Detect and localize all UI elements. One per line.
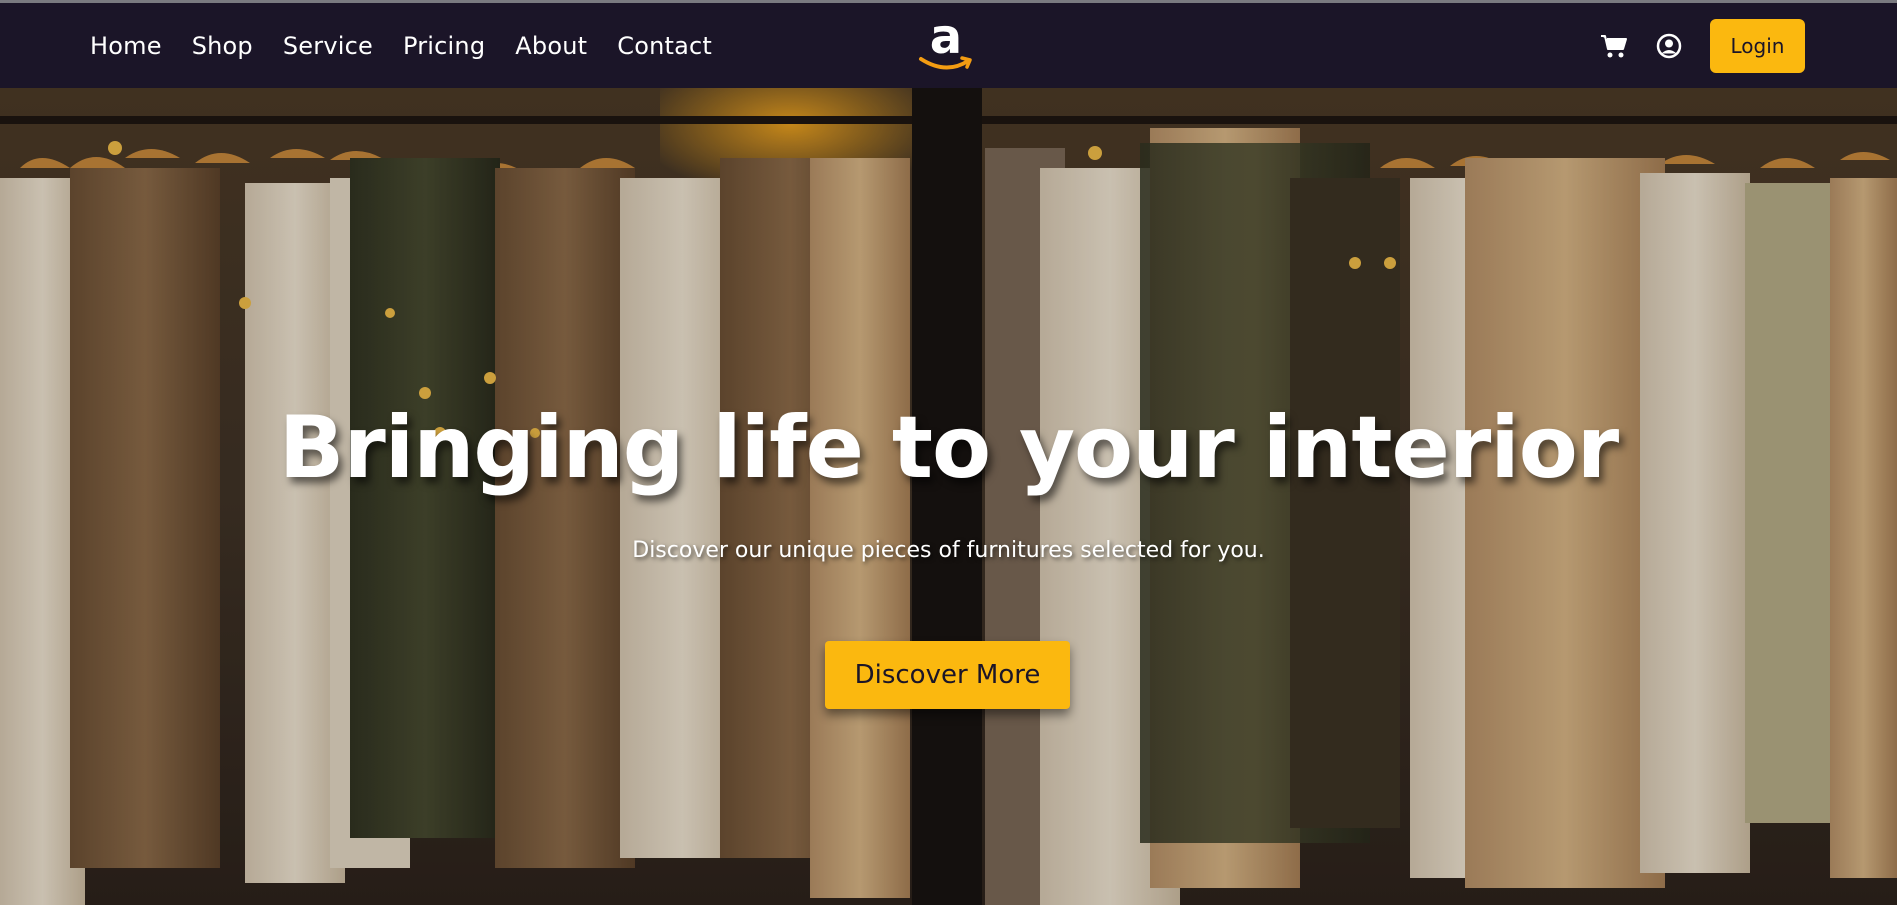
nav-home-link[interactable]: Home: [90, 32, 162, 60]
login-button[interactable]: Login: [1710, 19, 1805, 73]
logo-letter: a: [929, 9, 963, 65]
navbar: Home Shop Service Pricing About Contact …: [0, 3, 1897, 88]
cart-icon[interactable]: [1600, 33, 1628, 59]
nav-about-link[interactable]: About: [515, 32, 587, 60]
nav-shop-link[interactable]: Shop: [192, 32, 253, 60]
nav-service-link[interactable]: Service: [283, 32, 373, 60]
hero-title: Bringing life to your interior: [278, 398, 1619, 498]
nav-links: Home Shop Service Pricing About Contact: [90, 3, 742, 88]
nav-pricing-link[interactable]: Pricing: [403, 32, 485, 60]
logo-smile-icon: [919, 56, 972, 70]
page: Home Shop Service Pricing About Contact …: [0, 0, 1897, 905]
hero-section: Bringing life to your interior Discover …: [0, 88, 1897, 905]
nav-contact-link[interactable]: Contact: [617, 32, 712, 60]
hero-subtitle: Discover our unique pieces of furnitures…: [632, 538, 1265, 563]
user-circle-icon[interactable]: [1656, 33, 1682, 59]
discover-more-button[interactable]: Discover More: [825, 641, 1070, 709]
amazon-logo[interactable]: a: [916, 13, 976, 79]
